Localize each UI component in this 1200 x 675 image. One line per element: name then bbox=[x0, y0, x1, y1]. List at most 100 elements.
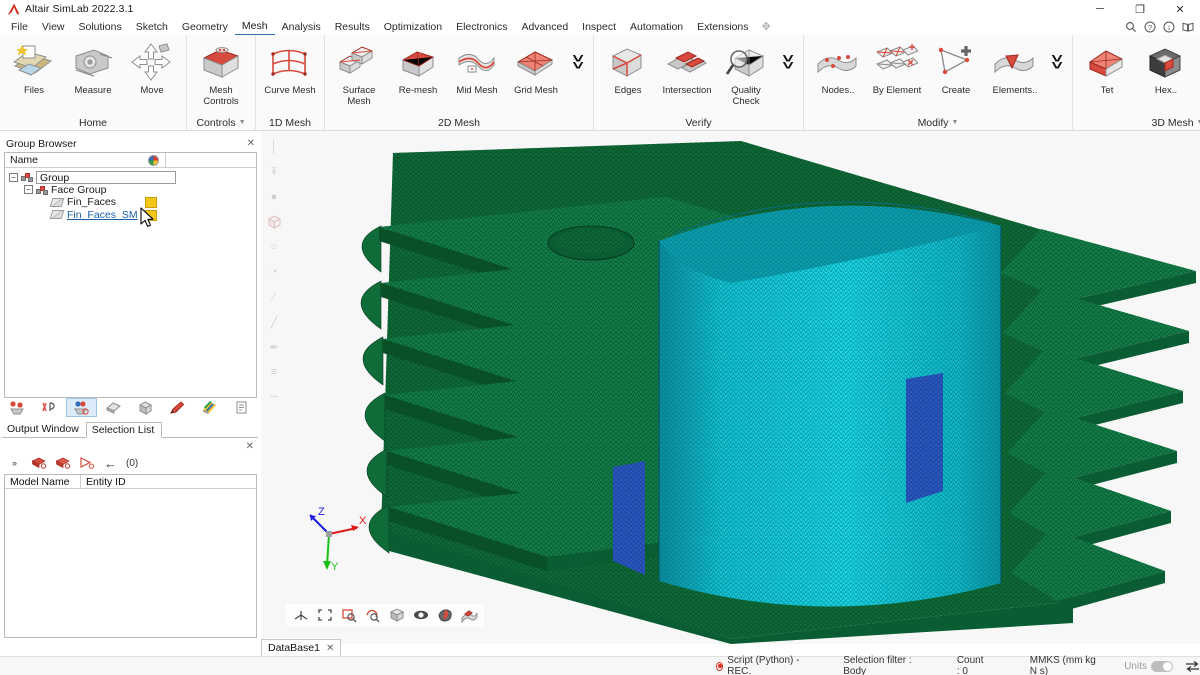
ribbon-button-files[interactable]: Files bbox=[5, 39, 63, 97]
fit-view-icon[interactable] bbox=[314, 606, 336, 625]
selection-list-close-icon[interactable]: ✕ bbox=[246, 441, 254, 452]
ribbon-button-nodes[interactable]: Nodes.. bbox=[809, 39, 867, 97]
mesh-display-icon[interactable] bbox=[458, 606, 480, 625]
heat-sink-model[interactable] bbox=[261, 131, 1200, 644]
menu-item-inspect[interactable]: Inspect bbox=[575, 19, 623, 35]
menu-item-file[interactable]: File bbox=[4, 19, 35, 35]
close-button[interactable]: ✕ bbox=[1160, 0, 1200, 18]
group-display-icon[interactable] bbox=[66, 398, 97, 417]
menu-item-analysis[interactable]: Analysis bbox=[275, 19, 328, 35]
chevron-down-icon[interactable]: ▼ bbox=[239, 119, 246, 126]
menu-item-optimization[interactable]: Optimization bbox=[377, 19, 449, 35]
group-color-icon[interactable] bbox=[194, 398, 225, 417]
database-tab-close-icon[interactable]: ✕ bbox=[326, 643, 334, 654]
zoom-window-icon[interactable] bbox=[338, 606, 360, 625]
group-table-icon[interactable] bbox=[226, 398, 257, 417]
menu-item-sketch[interactable]: Sketch bbox=[129, 19, 175, 35]
menu-item-results[interactable]: Results bbox=[328, 19, 377, 35]
panel-tab-output-window[interactable]: Output Window bbox=[2, 421, 86, 437]
tree-node-group[interactable]: − Group bbox=[5, 170, 256, 184]
group-layer-icon[interactable] bbox=[98, 398, 129, 417]
units-system-status[interactable]: MMKS (mm kg N s) bbox=[1030, 655, 1096, 675]
menu-item-mesh[interactable]: Mesh bbox=[234, 19, 275, 35]
ribbon-button-measure[interactable]: Measure bbox=[64, 39, 122, 97]
menu-item-automation[interactable]: Automation bbox=[623, 19, 690, 35]
library-icon[interactable] bbox=[1182, 21, 1194, 33]
ribbon-group-title[interactable]: 3D Mesh▼ bbox=[1073, 114, 1200, 131]
help-icon[interactable]: ? bbox=[1144, 21, 1156, 33]
pen-icon[interactable]: ✒ bbox=[265, 339, 283, 355]
tree-expander-icon[interactable]: − bbox=[9, 172, 18, 182]
script-status[interactable]: Script (Python) - REC. bbox=[716, 655, 801, 675]
ribbon-button-elements[interactable]: Elements.. bbox=[986, 39, 1044, 97]
group-name-input[interactable]: Group bbox=[36, 170, 176, 184]
tree-node-fin-faces[interactable]: Fin_Faces bbox=[5, 196, 256, 209]
chevron-down-icon[interactable]: ▼ bbox=[1197, 119, 1200, 126]
section-icon[interactable] bbox=[434, 606, 456, 625]
ribbon-button-mesh-controls[interactable]: Mesh Controls bbox=[192, 39, 250, 107]
select-filter-icon[interactable] bbox=[78, 455, 95, 471]
ribbon-group-title[interactable]: Modify ▼ bbox=[804, 114, 1072, 131]
search-icon[interactable] bbox=[1125, 21, 1137, 33]
line-icon[interactable]: ─ bbox=[265, 389, 283, 405]
group-pen-icon[interactable] bbox=[162, 398, 193, 417]
stack-icon[interactable]: ≡ bbox=[265, 364, 283, 380]
ribbon-button-re-mesh[interactable]: Re-mesh bbox=[389, 39, 447, 97]
info-icon[interactable]: i bbox=[1163, 21, 1175, 33]
ribbon-button-mid-mesh[interactable]: Mid Mesh bbox=[448, 39, 506, 97]
panel-tab-selection-list[interactable]: Selection List bbox=[85, 422, 163, 438]
shaded-cube-icon[interactable] bbox=[386, 606, 408, 625]
ribbon-button-create[interactable]: Create bbox=[927, 39, 985, 97]
ribbon-button-quality-check[interactable]: Quality Check bbox=[717, 39, 775, 107]
axis-icon[interactable] bbox=[290, 606, 312, 625]
clip-icon[interactable]: ◔ bbox=[265, 264, 283, 280]
ribbon-expand-chevron-icon[interactable]: ˅ ˅ bbox=[776, 39, 798, 72]
funnel-icon[interactable]: ⍕ bbox=[265, 164, 283, 180]
ribbon-expand-chevron-icon[interactable]: ˅ ˅ bbox=[1045, 39, 1067, 72]
slash-icon[interactable]: ∕ bbox=[265, 289, 283, 305]
menu-item-solutions[interactable]: Solutions bbox=[72, 19, 129, 35]
chevron-down-icon[interactable]: ▼ bbox=[952, 119, 959, 126]
pencil-icon[interactable]: ╱ bbox=[265, 314, 283, 330]
selection-filter-status[interactable]: Selection filter : Body bbox=[843, 655, 915, 675]
ribbon-button-curve-mesh[interactable]: Curve Mesh bbox=[261, 39, 319, 97]
menu-item-electronics[interactable]: Electronics bbox=[449, 19, 514, 35]
hidden-line-icon[interactable] bbox=[410, 606, 432, 625]
minimize-button[interactable]: ─ bbox=[1080, 0, 1120, 18]
ribbon-expand-chevron-icon[interactable]: ˅ ˅ bbox=[566, 39, 588, 72]
select-solid-icon[interactable] bbox=[30, 455, 47, 471]
group-create-icon[interactable] bbox=[2, 398, 33, 417]
add-tab-icon[interactable]: ✥ bbox=[756, 20, 777, 33]
sphere-icon[interactable]: ● bbox=[265, 189, 283, 205]
ribbon-button-edges[interactable]: Edges bbox=[599, 39, 657, 97]
select-face-icon[interactable] bbox=[54, 455, 71, 471]
menu-item-extensions[interactable]: Extensions bbox=[690, 19, 755, 35]
group-body-icon[interactable] bbox=[130, 398, 161, 417]
tree-node-fin-faces-sm[interactable]: Fin_Faces_SM bbox=[5, 209, 256, 222]
collapse-icon[interactable]: » bbox=[6, 455, 23, 471]
ribbon-group-title[interactable]: Controls ▼ bbox=[187, 114, 255, 131]
menu-item-advanced[interactable]: Advanced bbox=[514, 19, 575, 35]
group-rename-icon[interactable] bbox=[34, 398, 65, 417]
color-swatch[interactable] bbox=[145, 209, 157, 221]
view-cube-icon[interactable] bbox=[265, 214, 283, 230]
units-toggle-switch[interactable] bbox=[1151, 660, 1173, 672]
back-arrow-icon[interactable]: ← bbox=[102, 455, 119, 471]
tree-node-face-group[interactable]: − Face Group bbox=[5, 184, 256, 197]
3d-viewport[interactable]: │ ⍕ ● ○ ◔ ∕ ╱ ✒ ≡ ─ Z X Y bbox=[261, 131, 1200, 644]
ribbon-button-tet[interactable]: Tet bbox=[1078, 39, 1136, 97]
ruler-icon[interactable]: │ bbox=[265, 139, 283, 155]
ribbon-button-by-element[interactable]: By Element bbox=[868, 39, 926, 97]
group-browser-close-icon[interactable]: ✕ bbox=[247, 138, 255, 149]
circle-icon[interactable]: ○ bbox=[265, 239, 283, 255]
ribbon-button-hex[interactable]: Hex.. bbox=[1137, 39, 1195, 97]
color-swatch[interactable] bbox=[145, 197, 157, 208]
sync-icon[interactable] bbox=[1185, 660, 1200, 673]
menu-item-geometry[interactable]: Geometry bbox=[175, 19, 235, 35]
zoom-free-icon[interactable] bbox=[362, 606, 384, 625]
ribbon-button-cfd[interactable]: CFD bbox=[1196, 39, 1200, 97]
units-toggle[interactable]: Units bbox=[1124, 660, 1173, 672]
menu-item-view[interactable]: View bbox=[35, 19, 72, 35]
ribbon-button-grid-mesh[interactable]: Grid Mesh bbox=[507, 39, 565, 97]
ribbon-button-move[interactable]: Move bbox=[123, 39, 181, 97]
